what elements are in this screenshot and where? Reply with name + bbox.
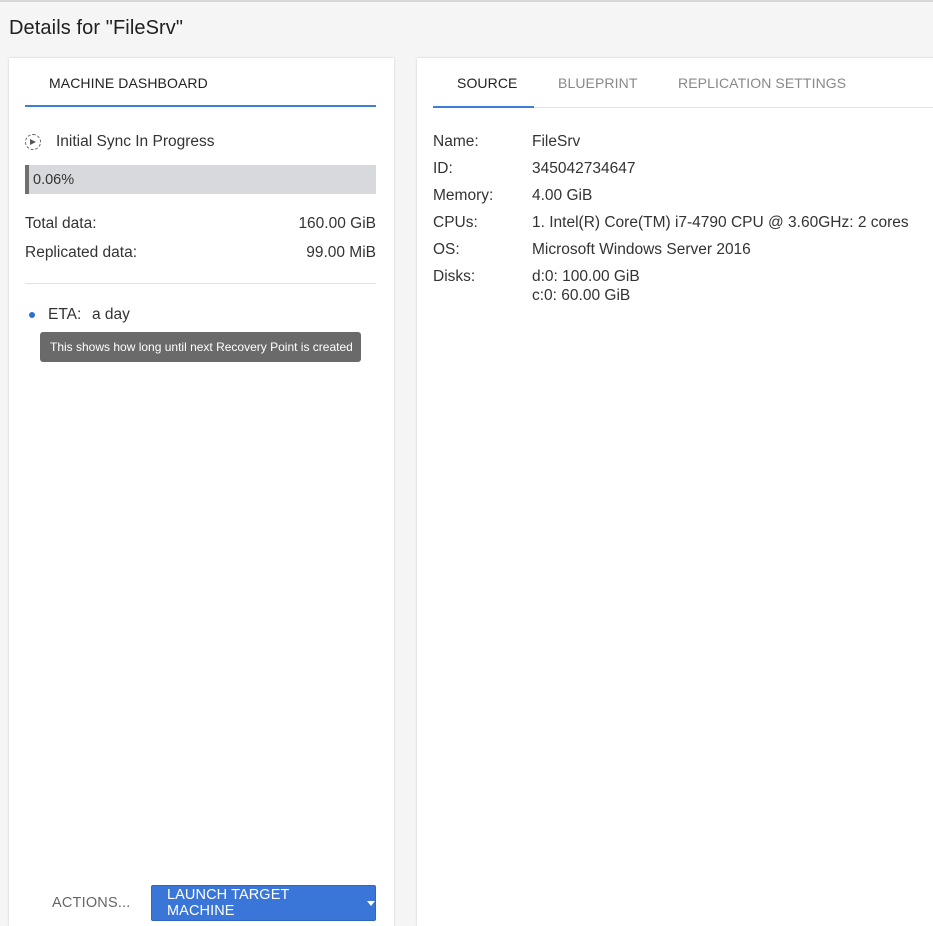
info-value: 1. Intel(R) Core(TM) i7-4790 CPU @ 3.60G… (532, 214, 909, 231)
info-key: Name: (433, 133, 479, 150)
tab-source[interactable]: SOURCE (433, 58, 534, 108)
tab-machine-dashboard[interactable]: MACHINE DASHBOARD (25, 58, 376, 107)
tab-blueprint-label: BLUEPRINT (558, 75, 638, 91)
tab-machine-dashboard-label: MACHINE DASHBOARD (49, 75, 208, 91)
eta-tooltip: This shows how long until next Recovery … (40, 332, 361, 362)
tab-blueprint[interactable]: BLUEPRINT (534, 58, 654, 108)
info-value: c:0: 60.00 GiB (532, 287, 631, 304)
stat-value: 99.00 MiB (306, 244, 376, 261)
info-key: Memory: (433, 187, 494, 204)
sync-status-row: Initial Sync In Progress (25, 132, 376, 152)
sync-status-label: Initial Sync In Progress (56, 133, 215, 150)
tab-replication-settings[interactable]: REPLICATION SETTINGS (654, 58, 854, 108)
actions-button[interactable]: ACTIONS... (52, 895, 131, 911)
stat-label: Replicated data: (25, 244, 138, 261)
machine-dashboard-panel: MACHINE DASHBOARD Initial Sync In Progre… (9, 58, 394, 926)
eta-row[interactable]: ETA: a day (25, 306, 376, 326)
progress-text: 0.06% (33, 172, 75, 188)
stat-total-data: Total data: 160.00 GiB (25, 215, 376, 235)
caret-down-icon (367, 900, 375, 906)
eta-value: a day (92, 306, 130, 323)
sync-progress-icon (25, 134, 41, 150)
stat-value: 160.00 GiB (298, 215, 376, 232)
info-key: CPUs: (433, 214, 478, 231)
tab-replication-settings-label: REPLICATION SETTINGS (678, 75, 847, 91)
info-value: d:0: 100.00 GiB (532, 268, 640, 285)
page-title: Details for "FileSrv" (9, 17, 184, 39)
machine-details-panel: SOURCE BLUEPRINT REPLICATION SETTINGS Na… (417, 58, 933, 926)
top-border (0, 0, 933, 2)
info-value: Microsoft Windows Server 2016 (532, 241, 751, 258)
divider (25, 283, 376, 284)
info-key: ID: (433, 160, 453, 177)
info-key: Disks: (433, 268, 476, 285)
info-value: 345042734647 (532, 160, 636, 177)
details-tabs: SOURCE BLUEPRINT REPLICATION SETTINGS (433, 58, 933, 108)
launch-target-machine-button[interactable]: LAUNCH TARGET MACHINE (151, 885, 376, 921)
launch-button-label: LAUNCH TARGET MACHINE (167, 887, 290, 919)
info-value: 4.00 GiB (532, 187, 593, 204)
eta-label: ETA: (48, 306, 82, 323)
info-key: OS: (433, 241, 460, 258)
info-value: FileSrv (532, 133, 581, 150)
bullet-icon (29, 312, 35, 318)
tab-source-label: SOURCE (457, 75, 518, 91)
sync-progress-bar: 0.06% (25, 165, 376, 194)
stat-replicated-data: Replicated data: 99.00 MiB (25, 244, 376, 264)
stat-label: Total data: (25, 215, 97, 232)
